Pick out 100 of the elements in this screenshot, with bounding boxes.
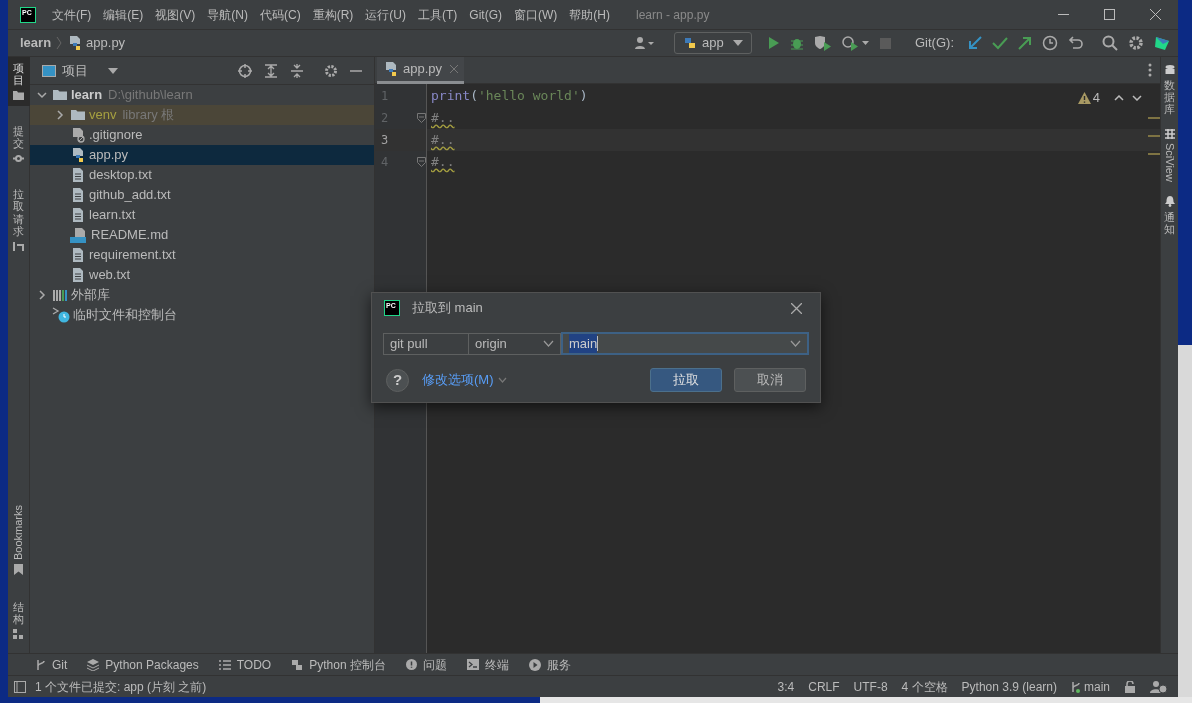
close-icon[interactable] <box>1149 9 1161 20</box>
status-item[interactable]: 3:4 <box>777 677 795 696</box>
menu-item[interactable]: 工具(T) <box>412 5 464 24</box>
tool-window-button[interactable]: TODO <box>218 655 272 674</box>
tool-window-tab[interactable]: 项目 <box>7 57 30 107</box>
tree-item[interactable]: 外部库 <box>30 285 374 305</box>
modify-options-link[interactable]: 修改选项(M) <box>422 370 494 390</box>
collapse-all-icon[interactable] <box>290 63 304 78</box>
folder-icon <box>13 90 24 102</box>
menu-item[interactable]: 窗口(W) <box>508 5 564 24</box>
menu-item[interactable]: Git(G) <box>463 5 508 24</box>
chevron-right-icon <box>55 36 64 50</box>
tool-window-tab[interactable]: 拉取请求 <box>7 183 30 257</box>
chevron-up-icon[interactable] <box>1114 94 1124 101</box>
branch-icon <box>1071 680 1081 693</box>
status-item[interactable]: CRLF <box>808 677 840 696</box>
fold-marker-icon[interactable] <box>417 157 426 167</box>
inspector-icon[interactable] <box>1150 679 1168 694</box>
chevron-right-icon[interactable] <box>54 109 66 121</box>
status-message[interactable]: 1 个文件已提交: app (片刻 之前) <box>35 677 207 696</box>
bug-icon[interactable] <box>790 36 804 50</box>
tool-window-tab[interactable]: SciView <box>1161 129 1178 183</box>
branch-widget[interactable]: main <box>1071 677 1110 696</box>
breadcrumb-item[interactable]: app.py <box>86 33 126 53</box>
tool-window-tab[interactable]: 提交 <box>7 120 30 170</box>
toolbox-logo-icon[interactable] <box>1154 35 1170 51</box>
tree-item[interactable]: README.md <box>30 225 374 245</box>
chevron-right-icon[interactable] <box>36 289 48 301</box>
warning-marker[interactable] <box>1148 135 1160 137</box>
run-configuration-dropdown[interactable]: app <box>674 32 752 54</box>
tool-window-button[interactable]: 问题 <box>405 655 447 674</box>
lock-icon[interactable] <box>1124 680 1136 693</box>
search-icon[interactable] <box>1102 35 1118 51</box>
text-file-icon <box>70 187 86 203</box>
tool-window-button[interactable]: Python 控制台 <box>291 655 386 674</box>
tool-window-tab[interactable]: 数据库 <box>1164 65 1175 116</box>
close-icon[interactable] <box>791 302 802 314</box>
tool-window-button[interactable]: Git <box>36 655 68 674</box>
maximize-icon[interactable] <box>1103 9 1115 20</box>
check-icon[interactable] <box>992 36 1008 50</box>
chevron-down-icon[interactable] <box>1132 94 1142 101</box>
tree-item[interactable]: github_add.txt <box>30 185 374 205</box>
tool-window-button[interactable]: 终端 <box>466 655 509 674</box>
warning-icon[interactable] <box>1077 91 1091 104</box>
caret-icon <box>733 40 743 46</box>
dialog-button[interactable]: 取消 <box>734 368 806 392</box>
breadcrumb-item[interactable]: learn <box>20 33 52 53</box>
warning-marker[interactable] <box>1148 153 1160 155</box>
menu-item[interactable]: 代码(C) <box>254 5 307 24</box>
database-icon <box>1164 65 1175 75</box>
locate-icon[interactable] <box>238 63 252 78</box>
tree-item[interactable]: web.txt <box>30 265 374 285</box>
tool-window-button[interactable]: Python Packages <box>87 655 199 674</box>
bell-icon <box>1164 196 1175 208</box>
dialog-title: 拉取到 main <box>412 299 483 318</box>
status-item[interactable]: Python 3.9 (learn) <box>961 677 1057 696</box>
dialog-button[interactable]: 拉取 <box>650 368 722 392</box>
tool-window-button[interactable]: 服务 <box>528 655 571 674</box>
chevron-down-icon[interactable] <box>36 89 48 101</box>
menu-item[interactable]: 视图(V) <box>149 5 202 24</box>
tree-item[interactable]: learn.txt <box>30 205 374 225</box>
warning-marker[interactable] <box>1148 117 1160 119</box>
menu-item[interactable]: 运行(U) <box>359 5 412 24</box>
tool-window-tab[interactable]: 结构 <box>7 595 30 645</box>
history-icon[interactable] <box>1042 35 1058 51</box>
menu-item[interactable]: 编辑(E) <box>97 5 150 24</box>
shield-run-icon[interactable] <box>814 35 832 51</box>
status-item[interactable]: UTF-8 <box>853 677 888 696</box>
help-button[interactable]: ? <box>386 368 409 392</box>
panel-title[interactable]: 项目 <box>62 60 88 81</box>
remote-dropdown[interactable]: origin <box>469 332 561 355</box>
expand-all-icon[interactable] <box>264 63 278 78</box>
editor-tab[interactable]: app.py <box>377 56 465 84</box>
fold-marker-icon[interactable] <box>417 113 426 123</box>
menu-item[interactable]: 导航(N) <box>201 5 254 24</box>
tool-window-tab[interactable]: Bookmarks <box>7 499 30 580</box>
warning-count[interactable]: 4 <box>1092 88 1100 108</box>
run-icon[interactable] <box>768 36 780 50</box>
menu-item[interactable]: 重构(R) <box>306 5 360 24</box>
tree-item[interactable]: app.py <box>30 145 374 165</box>
tree-item[interactable]: venv library 根 <box>30 105 374 125</box>
tree-item[interactable]: .gitignore <box>30 125 374 145</box>
tree-item[interactable]: desktop.txt <box>30 165 374 185</box>
menu-item[interactable]: 文件(F) <box>46 5 98 24</box>
more-icon[interactable] <box>1148 63 1152 77</box>
tool-window-tab[interactable]: 通知 <box>1164 196 1175 236</box>
clock-run-icon[interactable] <box>842 35 870 51</box>
update-arrow-icon[interactable] <box>968 36 982 50</box>
caret-icon[interactable] <box>108 67 118 74</box>
tree-item[interactable]: 临时文件和控制台 <box>30 305 374 325</box>
tree-item[interactable]: requirement.txt <box>30 245 374 265</box>
menu-item[interactable]: 帮助(H) <box>563 5 616 24</box>
undo-icon[interactable] <box>1068 36 1084 50</box>
square-icon[interactable] <box>14 680 26 693</box>
python-file-icon <box>70 147 86 163</box>
user-icon[interactable] <box>634 36 656 50</box>
branch-field[interactable]: main <box>561 332 809 355</box>
tree-item[interactable]: learn D:\github\learn <box>30 85 374 105</box>
status-item[interactable]: 4 个空格 <box>901 677 948 696</box>
push-arrow-icon[interactable] <box>1018 36 1032 50</box>
